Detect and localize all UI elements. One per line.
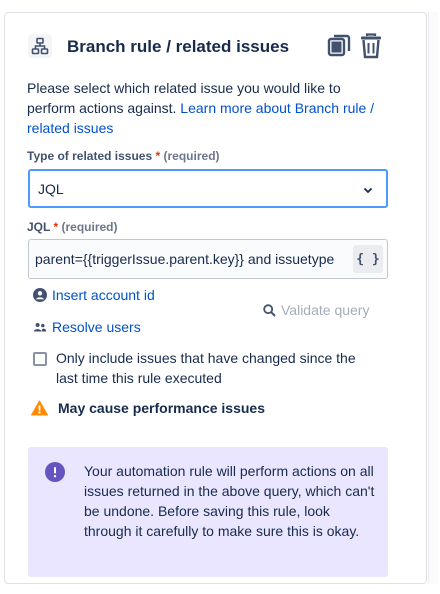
- scrollbar[interactable]: [428, 12, 438, 584]
- performance-warning: May cause performance issues: [31, 400, 265, 416]
- insert-account-id-link[interactable]: Insert account id: [33, 287, 155, 303]
- required-text: (required): [163, 149, 220, 163]
- trash-icon[interactable]: [358, 32, 384, 60]
- description: Please select which related issue you wo…: [27, 78, 383, 138]
- resolve-users-link[interactable]: Resolve users: [33, 319, 141, 335]
- jql-input[interactable]: parent={{triggerIssue.parent.key}} and i…: [28, 239, 388, 279]
- checkbox-label: Only include issues that have changed si…: [56, 350, 356, 386]
- required-star: *: [155, 149, 161, 163]
- user-circle-icon: [33, 288, 47, 302]
- info-message: Your automation rule will perform action…: [28, 447, 388, 577]
- panel-header: Branch rule / related issues: [24, 24, 384, 68]
- required-star: *: [53, 220, 59, 234]
- panel-title: Branch rule / related issues: [67, 37, 290, 56]
- related-issues-type-select[interactable]: JQL: [28, 169, 388, 208]
- validate-query-button[interactable]: Validate query: [263, 302, 369, 318]
- smart-values-button[interactable]: { }: [353, 245, 383, 273]
- insert-account-id-label: Insert account id: [52, 287, 155, 303]
- jql-field-label: JQL * (required): [27, 220, 118, 234]
- info-icon: [45, 462, 65, 487]
- required-text: (required): [61, 220, 118, 234]
- jql-value[interactable]: parent={{triggerIssue.parent.key}} and i…: [35, 251, 349, 267]
- search-icon: [263, 303, 276, 317]
- jql-label-text: JQL: [27, 220, 51, 234]
- chevron-down-icon: [362, 183, 374, 195]
- changed-issues-checkbox[interactable]: [33, 352, 47, 366]
- type-label-text: Type of related issues: [27, 149, 153, 163]
- copy-icon[interactable]: [326, 33, 352, 59]
- select-value: JQL: [38, 181, 64, 197]
- validate-query-label: Validate query: [281, 302, 370, 318]
- type-field-label: Type of related issues * (required): [27, 149, 220, 163]
- branch-icon: [28, 34, 52, 58]
- warning-text: May cause performance issues: [58, 400, 265, 416]
- warning-icon: [31, 400, 48, 416]
- info-text: Your automation rule will perform action…: [84, 463, 375, 539]
- people-icon: [33, 320, 47, 334]
- resolve-users-label: Resolve users: [52, 319, 141, 335]
